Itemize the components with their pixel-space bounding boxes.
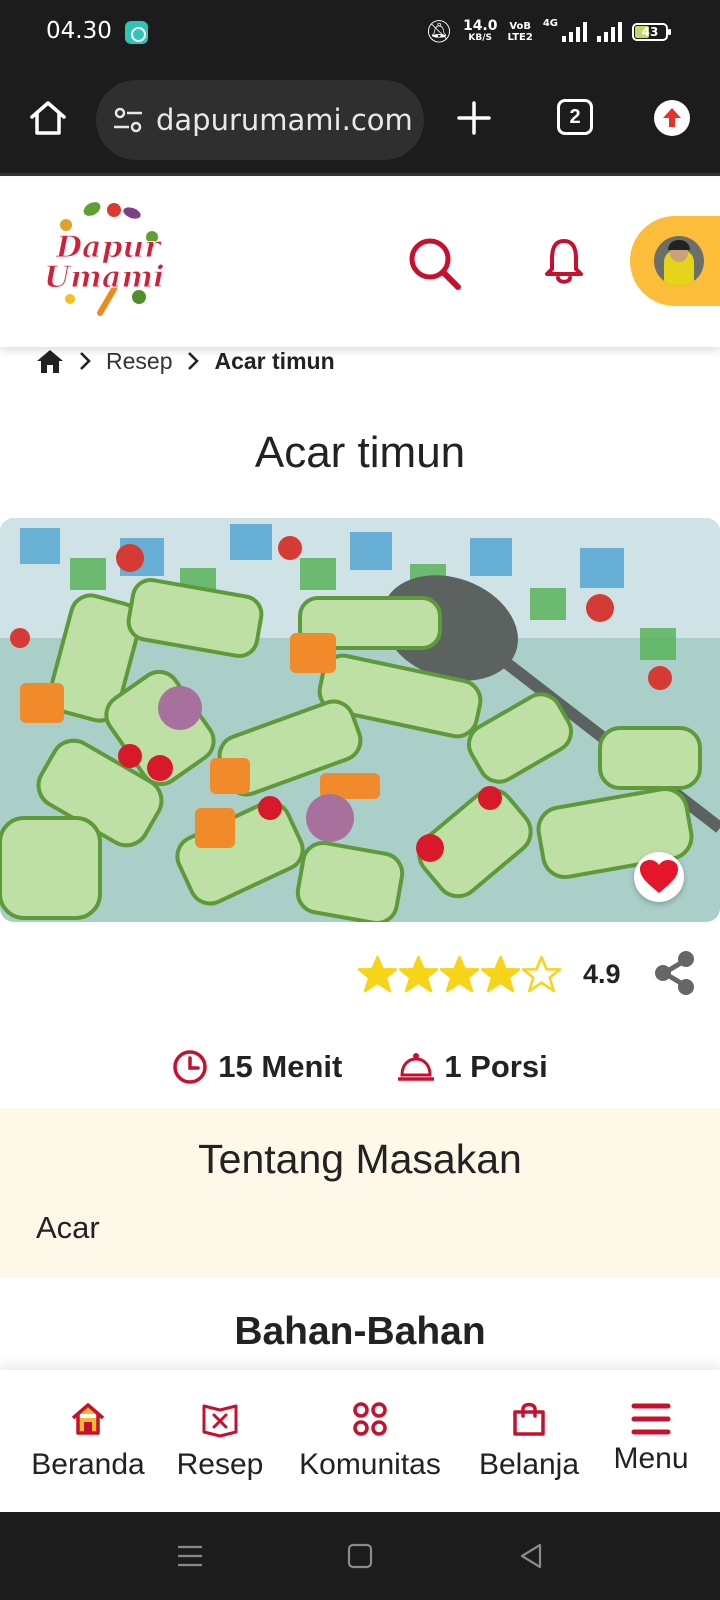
new-tab-icon[interactable] (456, 100, 492, 136)
chevron-right-icon (188, 352, 200, 370)
recipe-book-icon (202, 1404, 238, 1438)
status-time: 04.30 (46, 18, 112, 44)
nav-komunitas[interactable]: Komunitas (292, 1370, 448, 1512)
clock-icon (173, 1050, 208, 1084)
signal-icon-2 (597, 22, 622, 42)
avatar (654, 236, 704, 286)
url-text: dapurumami.com (156, 103, 413, 137)
battery-icon: 43 (632, 23, 671, 41)
nav-resep[interactable]: Resep (172, 1370, 268, 1512)
cooking-time-text: 15 Menit (218, 1049, 343, 1084)
portion: 1 Porsi (398, 1046, 548, 1088)
nav-menu[interactable]: Menu (606, 1370, 696, 1512)
home-icon (71, 1403, 105, 1435)
status-bar: 04.30 🔕︎ 14.0 KB/S VoB LTE2 4G 43 (0, 0, 720, 64)
volte-top: VoB (509, 21, 531, 32)
star-outline-icon[interactable] (522, 955, 561, 993)
battery-level: 43 (641, 25, 659, 39)
tab-switcher-button[interactable]: 2 (557, 99, 593, 135)
star-filled-icon[interactable] (481, 955, 520, 993)
status-indicators: 🔕︎ 14.0 KB/S VoB LTE2 4G 43 (425, 16, 671, 48)
browser-update-button[interactable] (654, 100, 690, 136)
about-title: Tentang Masakan (198, 1136, 522, 1182)
volte-indicator: VoB LTE2 (508, 21, 533, 43)
star-filled-icon[interactable] (440, 955, 479, 993)
breadcrumb-current: Acar timun (214, 347, 335, 374)
dapur-umami-logo[interactable]: Dapur Umami (40, 197, 170, 321)
recipe-image (0, 518, 720, 922)
about-section: Tentang Masakan Acar (0, 1108, 720, 1278)
volte-bottom: LTE2 (507, 32, 533, 43)
share-icon[interactable] (652, 950, 698, 996)
favorite-button[interactable] (634, 852, 684, 902)
breadcrumb: Resep Acar timun (36, 344, 335, 378)
ingredients-title: Bahan-Bahan (234, 1310, 486, 1353)
serving-dish-icon (398, 1053, 435, 1081)
network-speed-unit: KB/S (468, 33, 493, 43)
back-icon[interactable] (514, 1538, 550, 1574)
bottom-navigation: Beranda Resep Komunitas Belanja Menu (0, 1370, 720, 1512)
profile-button[interactable] (630, 216, 720, 306)
nav-label-menu: Menu (613, 1442, 689, 1475)
nav-label-resep: Resep (176, 1448, 264, 1481)
rating-value: 4.9 (583, 958, 621, 989)
browser-toolbar: dapurumami.com 2 (0, 64, 720, 176)
network-speed: 14.0 KB/S (462, 18, 498, 44)
browser-home-icon[interactable] (28, 98, 68, 138)
arrow-up-icon (663, 108, 681, 127)
portion-text: 1 Porsi (444, 1049, 548, 1084)
hamburger-menu-icon (631, 1403, 671, 1435)
page-title: Acar timun (254, 428, 466, 477)
about-text: Acar (36, 1210, 100, 1245)
address-bar[interactable]: dapurumami.com (96, 80, 424, 160)
nav-label-belanja: Belanja (478, 1448, 580, 1481)
system-navigation-bar (0, 1512, 720, 1600)
tab-count: 2 (569, 105, 581, 128)
rating-row: 4.9 (358, 950, 621, 998)
search-icon[interactable] (406, 235, 462, 291)
community-icon (353, 1402, 387, 1436)
nav-label-komunitas: Komunitas (299, 1448, 441, 1481)
star-filled-icon[interactable] (399, 955, 438, 993)
recipe-meta: 15 Menit 1 Porsi (0, 1046, 720, 1088)
recents-icon[interactable] (172, 1538, 208, 1574)
chevron-right-icon (80, 352, 91, 370)
shopping-bag-icon (513, 1402, 545, 1436)
app-notification-icon (125, 21, 148, 44)
rating-stars[interactable] (358, 955, 561, 993)
notification-bell-icon[interactable] (544, 237, 584, 285)
nav-beranda[interactable]: Beranda (30, 1370, 146, 1512)
network-speed-value: 14.0 (462, 18, 498, 34)
site-header: Dapur Umami (0, 179, 720, 347)
nav-label-beranda: Beranda (31, 1448, 145, 1481)
network-type: 4G (542, 18, 558, 29)
signal-icon (562, 22, 587, 42)
site-settings-icon[interactable] (112, 104, 144, 136)
home-button-icon[interactable] (342, 1538, 378, 1574)
logo-word-2: Umami (44, 260, 164, 295)
star-filled-icon[interactable] (358, 955, 397, 993)
mute-icon: 🔕︎ (425, 19, 453, 45)
nav-belanja[interactable]: Belanja (474, 1370, 584, 1512)
breadcrumb-resep[interactable]: Resep (106, 348, 172, 375)
heart-icon (640, 860, 678, 893)
breadcrumb-home-icon[interactable] (36, 347, 64, 375)
cooking-time: 15 Menit (172, 1046, 342, 1088)
